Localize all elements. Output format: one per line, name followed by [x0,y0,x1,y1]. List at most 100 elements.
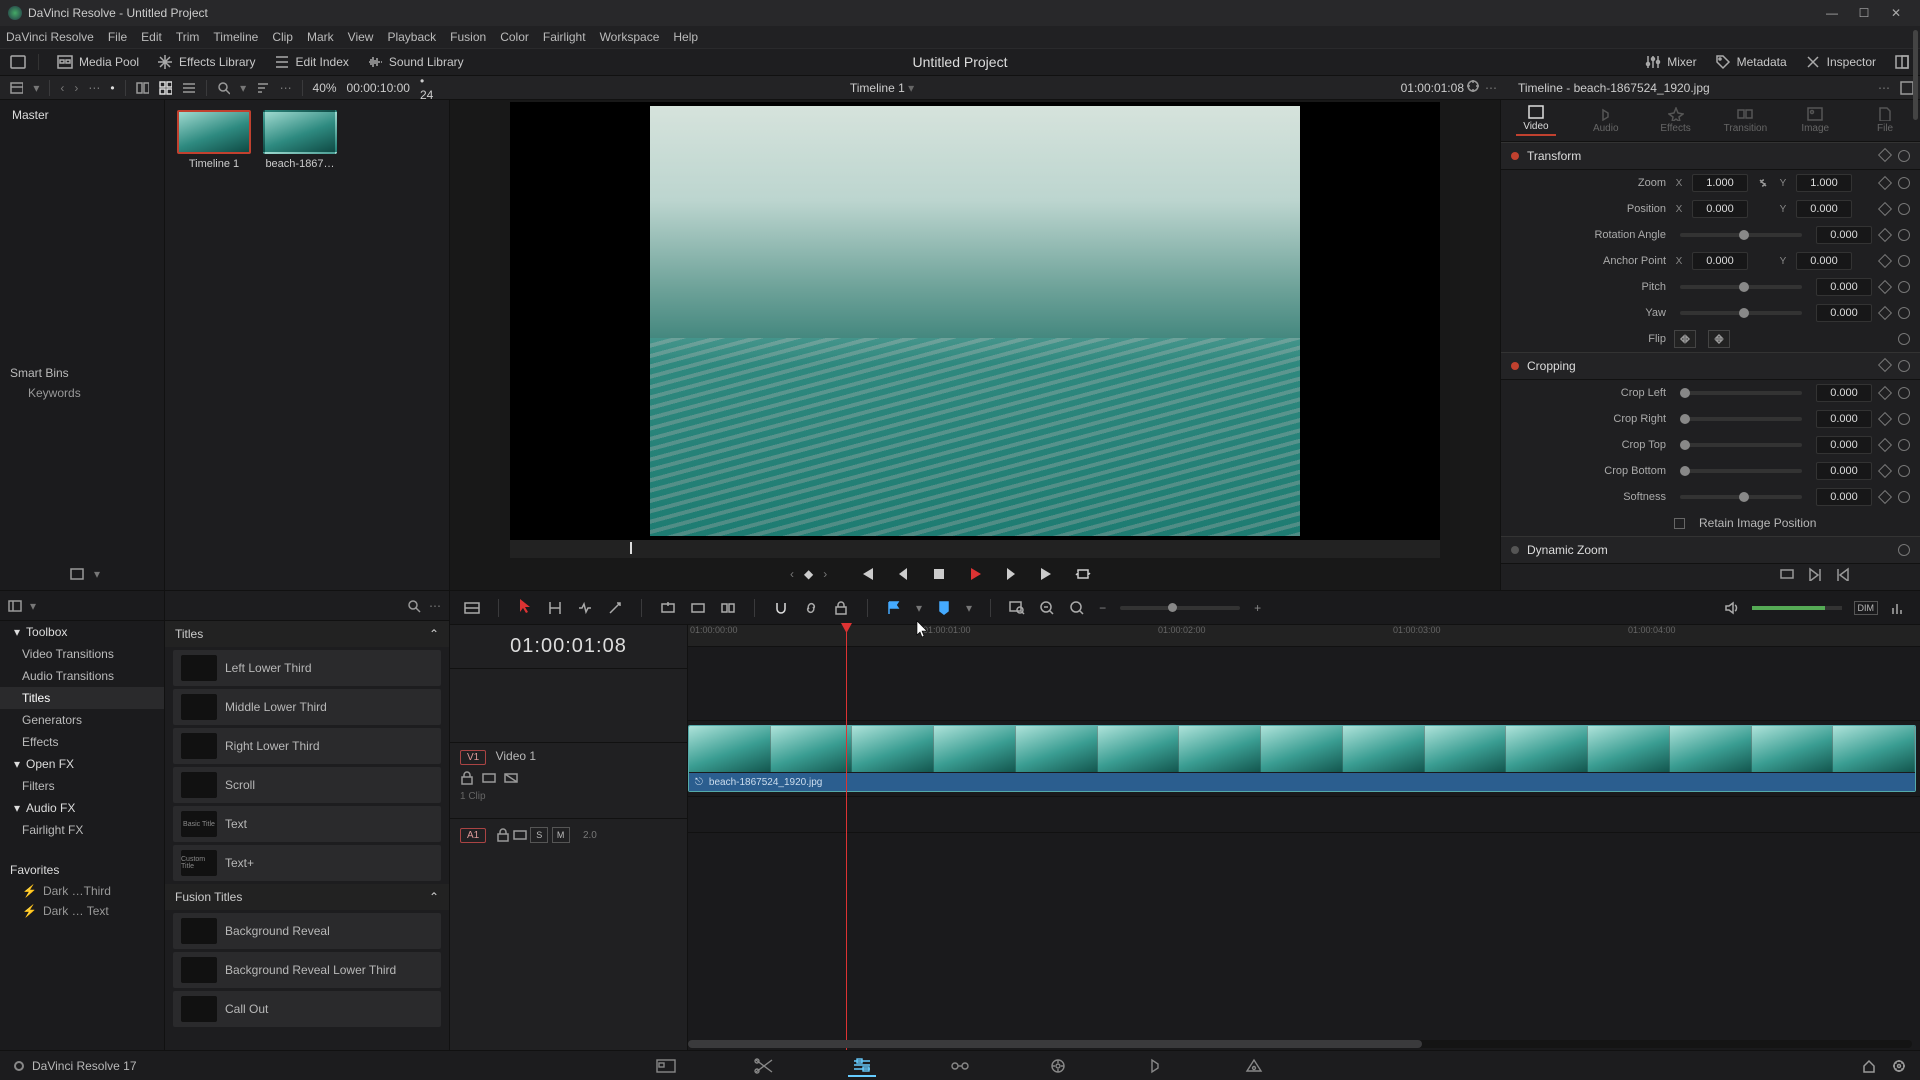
keyframe-icon[interactable] [1878,358,1892,372]
title-item[interactable]: Middle Lower Third [173,689,441,725]
last-frame-button[interactable] [1038,565,1056,583]
metadata-toggle[interactable]: Metadata [1715,54,1787,70]
keyframe-icon[interactable] [1878,412,1892,426]
page-deliver[interactable] [1240,1055,1268,1077]
replace-clip-icon[interactable] [720,600,736,616]
softness-field[interactable]: 0.000 [1816,488,1872,506]
tab-video[interactable]: Video [1501,100,1571,141]
keyframe-icon[interactable] [1878,254,1892,268]
mute-button[interactable]: M [552,827,570,843]
metadata-view-icon[interactable] [136,81,149,95]
page-fairlight[interactable] [1142,1055,1170,1077]
play-button[interactable] [966,565,984,583]
reset-icon[interactable] [1898,544,1910,556]
keyframe-icon[interactable] [1878,148,1892,162]
crop-bottom-slider[interactable] [1680,469,1802,473]
viewer-zoom[interactable]: 40% [313,81,337,95]
enable-dot-icon[interactable] [1511,362,1519,370]
inspector-toggle[interactable]: Inspector [1805,54,1876,70]
menu-clip[interactable]: Clip [272,30,293,44]
crop-top-field[interactable]: 0.000 [1816,436,1872,454]
keyframe-icon[interactable] [1878,464,1892,478]
reset-icon[interactable] [1898,177,1910,189]
viewer-scrubber[interactable] [510,540,1440,558]
lock-icon[interactable] [496,828,510,842]
tab-effects[interactable]: Effects [1641,100,1711,141]
bin-view-icon[interactable] [10,81,23,95]
dynamic-trim-icon[interactable] [577,600,593,616]
crop-right-field[interactable]: 0.000 [1816,410,1872,428]
chevron-down-icon[interactable]: ▾ [30,599,36,613]
master-bin[interactable]: Master [0,100,164,130]
title-item[interactable]: Background Reveal Lower Third [173,952,441,988]
thumbnail-view-icon[interactable] [159,81,172,95]
yaw-field[interactable]: 0.000 [1816,304,1872,322]
prev-frame-button[interactable] [894,565,912,583]
zoom-in-icon[interactable]: + [1254,601,1261,615]
single-viewer-icon[interactable] [1780,567,1794,581]
project-settings-icon[interactable] [1892,1059,1906,1073]
auto-select-icon[interactable] [513,828,527,842]
pool-options-icon[interactable]: ⋯ [280,81,292,95]
menu-file[interactable]: File [108,30,127,44]
selection-tool[interactable] [517,598,533,617]
title-item[interactable]: Custom TitleText+ [173,845,441,881]
auto-select-icon[interactable] [482,771,496,785]
title-item[interactable]: Background Reveal [173,913,441,949]
reset-icon[interactable] [1898,360,1910,372]
chevron-down-icon[interactable]: ▾ [908,81,914,95]
tree-audiofx[interactable]: ▾Audio FX [0,797,164,819]
crop-top-slider[interactable] [1680,443,1802,447]
tree-toolbox[interactable]: ▾Toolbox [0,621,164,643]
detail-zoom-icon[interactable] [1069,600,1085,616]
search-icon[interactable] [217,81,230,95]
keyframe-icon[interactable] [1878,176,1892,190]
section-transform[interactable]: Transform [1501,142,1920,170]
menu-color[interactable]: Color [500,30,529,44]
page-cut[interactable] [750,1055,778,1077]
tree-filters[interactable]: Filters [0,775,164,797]
search-dropdown-icon[interactable]: ▾ [240,81,246,95]
expand-inspector-icon[interactable] [1900,81,1914,95]
reset-icon[interactable] [1898,387,1910,399]
prev-nav-icon[interactable]: ‹ [60,81,64,95]
title-item[interactable]: Right Lower Third [173,728,441,764]
menu-view[interactable]: View [348,30,374,44]
smartbin-keywords[interactable]: Keywords [10,380,154,406]
first-frame-button[interactable] [858,565,876,583]
title-item[interactable]: Left Lower Third [173,650,441,686]
meters-icon[interactable] [1890,600,1906,616]
category-fusion-titles[interactable]: Fusion Titles⌃ [165,884,449,910]
rotation-slider[interactable] [1680,233,1802,237]
effects-library-toggle[interactable]: Effects Library [157,54,255,70]
reset-icon[interactable] [1898,307,1910,319]
favorite-item[interactable]: ⚡Dark … Text [0,901,164,921]
timeline-ruler[interactable]: 01:00:00:00 01:00:01:00 01:00:02:00 01:0… [688,625,1920,647]
trim-tool-icon[interactable] [547,600,563,616]
tree-generators[interactable]: Generators [0,709,164,731]
reticle-icon[interactable] [1466,79,1480,93]
workspace-layout-icon[interactable] [10,54,26,70]
crop-left-slider[interactable] [1680,391,1802,395]
dim-slider[interactable] [1752,606,1842,610]
sort-icon[interactable] [256,81,269,95]
reset-icon[interactable] [1898,439,1910,451]
link-icon[interactable] [803,600,819,616]
reset-icon[interactable] [1898,413,1910,425]
timeline-timecode[interactable]: 01:00:01:08 [450,625,687,668]
close-button[interactable]: ✕ [1880,6,1912,20]
chevron-down-icon[interactable]: ▾ [966,601,972,615]
timeline-view-options-icon[interactable] [464,600,480,616]
blade-tool-icon[interactable] [607,600,623,616]
media-pool-toggle[interactable]: Media Pool [57,54,139,70]
lock-icon[interactable] [460,771,474,785]
tab-transition[interactable]: Transition [1710,100,1780,141]
goto-in-icon[interactable] [1808,567,1822,581]
panel-layout-icon[interactable] [8,599,22,613]
goto-out-icon[interactable] [1836,567,1850,581]
menu-timeline[interactable]: Timeline [213,30,258,44]
title-item[interactable]: Call Out [173,991,441,1027]
clip-thumb-beach[interactable]: beach-1867… [263,110,337,170]
page-color[interactable] [1044,1055,1072,1077]
enable-dot-icon[interactable] [1511,546,1519,554]
